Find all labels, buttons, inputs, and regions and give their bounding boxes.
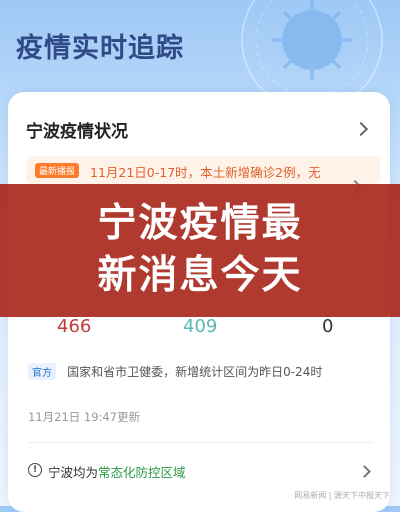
stat-value-1: 466 [57,316,92,337]
latest-news-bar[interactable]: 最新播报 11月21日0-17时，本土新增确诊2例，无 [26,156,380,184]
card-title: 宁波疫情状况 [26,122,128,142]
update-time: 11月21日 19:47更新 [28,410,141,424]
info-icon: ! [28,463,42,477]
news-tag: 最新播报 [35,163,80,178]
chevron-right-icon[interactable] [353,121,369,137]
virus-icon [241,0,383,95]
header: 疫情实时追踪 [0,0,400,95]
watermark: 网易新闻 | 源天下中报天下 [294,491,390,500]
stat-value-2: 409 [183,316,218,337]
divider [28,442,373,443]
stat-value-3: 0 [322,316,334,337]
region-text: 宁波均为常态化防控区域 [48,462,186,481]
headline-line-2: 新消息今天 [97,253,303,298]
official-tag: 官方 [28,363,56,380]
news-text: 11月21日0-17时，本土新增确诊2例，无 [90,165,321,180]
region-highlight: 常态化防控区域 [98,465,186,480]
region-status-row[interactable]: ! 宁波均为常态化防控区域 [28,462,373,482]
page-title: 疫情实时追踪 [16,33,184,64]
headline-text: 宁波疫情最 新消息今天 [0,198,400,302]
headline-banner: 宁波疫情最 新消息今天 [0,184,400,317]
official-text: 国家和省市卫健委，新增统计区间为昨日0-24时 [67,365,323,379]
region-chevron-icon[interactable] [358,465,371,478]
headline-line-1: 宁波疫情最 [97,201,303,246]
official-source: 官方 国家和省市卫健委，新增统计区间为昨日0-24时 [28,361,323,380]
region-prefix: 宁波均为 [48,465,99,480]
